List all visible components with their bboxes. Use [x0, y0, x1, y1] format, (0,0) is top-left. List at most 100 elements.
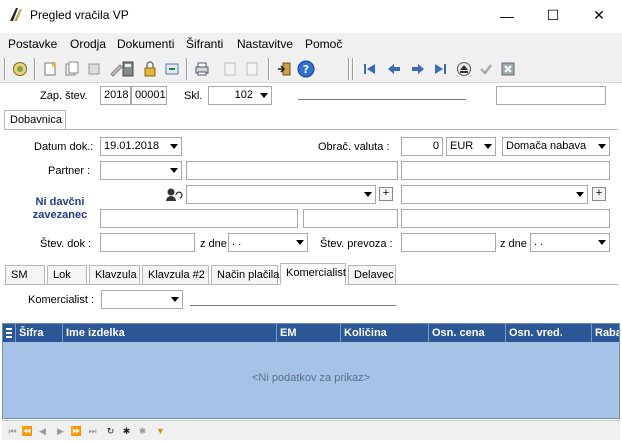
zap-number-field[interactable]: 00001 — [131, 86, 167, 105]
minimize-button[interactable]: — — [484, 0, 530, 31]
column-header-ime-izdelka[interactable]: Ime izdelka — [63, 324, 277, 342]
calculator-button[interactable] — [118, 59, 138, 79]
skl-label: Skl. — [184, 90, 203, 102]
toolbar-separator — [348, 58, 350, 80]
new-document-button[interactable] — [40, 59, 60, 79]
export-button[interactable] — [162, 59, 182, 79]
copy-document-button[interactable] — [62, 59, 82, 79]
stev-dok-field[interactable] — [100, 233, 195, 252]
nav-prev-icon[interactable]: ◀ — [36, 424, 49, 438]
preview-button[interactable] — [220, 59, 240, 79]
previous-record-button[interactable] — [384, 59, 404, 79]
tab-dobavnica[interactable]: Dobavnica — [4, 110, 66, 130]
chevron-down-icon — [484, 144, 492, 149]
menu-dokumenti[interactable]: Dokumenti — [117, 37, 174, 51]
chevron-down-icon — [598, 240, 606, 245]
header-extra-field[interactable] — [496, 86, 606, 105]
column-header-em[interactable]: EM — [277, 324, 341, 342]
first-record-button[interactable] — [360, 59, 380, 79]
ni-davcni-line2: zavezanec — [32, 209, 88, 221]
close-button[interactable]: ✕ — [576, 0, 622, 31]
exit-button[interactable] — [274, 59, 294, 79]
menu-pomoc[interactable]: Pomoč — [305, 37, 342, 51]
last-record-button[interactable] — [430, 59, 450, 79]
komercialist-label: Komercialist : — [28, 294, 95, 306]
filter-icon[interactable]: ▼ — [154, 424, 167, 438]
cancel-button[interactable] — [498, 59, 518, 79]
currency-dropdown[interactable]: EUR — [446, 137, 496, 156]
maximize-button[interactable]: ☐ — [530, 0, 576, 31]
exit-door-icon — [278, 62, 291, 76]
nav-next-icon[interactable]: ▶ — [54, 424, 67, 438]
tab-klavzula[interactable]: Klavzula — [89, 265, 140, 285]
plus-icon: + — [382, 187, 390, 199]
partner-extra-field[interactable] — [401, 161, 610, 180]
skl-dropdown[interactable]: 102 — [208, 86, 272, 105]
confirm-button[interactable] — [476, 59, 496, 79]
valuta-label: Obrač. valuta : — [318, 141, 390, 153]
nav-insert-icon[interactable]: ✱ — [120, 424, 133, 438]
nav-prev-page-icon[interactable]: ⏪ — [21, 424, 34, 438]
grid-row-selector[interactable] — [3, 324, 16, 342]
zap-year-field[interactable]: 2018 — [100, 86, 131, 105]
tab-sm[interactable]: SM — [5, 265, 45, 285]
refresh-button[interactable] — [10, 59, 30, 79]
user-lookup-icon[interactable] — [165, 187, 183, 203]
komercialist-dropdown[interactable] — [101, 290, 183, 309]
column-header-raba[interactable]: Raba — [592, 324, 619, 342]
arrow-left-icon — [388, 64, 400, 74]
chevron-down-icon — [170, 144, 178, 149]
check-icon — [480, 64, 492, 75]
menu-sifranti[interactable]: Šifranti — [186, 37, 223, 51]
menu-postavke[interactable]: Postavke — [8, 37, 57, 51]
pages-button[interactable] — [242, 59, 262, 79]
delete-document-button[interactable] — [84, 59, 104, 79]
grid-header: Šifra Ime izdelka EM Količina Osn. cena … — [3, 324, 619, 342]
partner-name-field[interactable] — [186, 161, 398, 180]
tab-delavec[interactable]: Delavec — [348, 265, 396, 285]
currency-value: EUR — [450, 140, 474, 152]
column-header-kolicina[interactable]: Količina — [341, 324, 429, 342]
grid-navigator: ⏮ ⏪ ◀ ▶ ⏩ ⏭ ↻ ✱ ✱ ▼ — [2, 420, 620, 440]
delete-document-icon — [88, 63, 100, 75]
chevron-down-icon — [576, 192, 584, 197]
skl-value: 102 — [234, 89, 253, 101]
delivery-address-add-button[interactable]: + — [592, 187, 606, 201]
next-record-button[interactable] — [408, 59, 428, 79]
valuta-amount-field[interactable]: 0 — [401, 137, 443, 156]
datum-dropdown[interactable]: 19.01.2018 — [100, 137, 182, 156]
nav-delete-icon[interactable]: ✱ — [136, 424, 149, 438]
nav-refresh-icon[interactable]: ↻ — [104, 424, 117, 438]
prevoz-date-dropdown[interactable]: . . — [530, 233, 610, 252]
column-header-sifra[interactable]: Šifra — [16, 324, 63, 342]
menu-orodja[interactable]: Orodja — [70, 37, 106, 51]
menu-nastavitve[interactable]: Nastavitve — [237, 37, 293, 51]
nav-last-icon[interactable]: ⏭ — [86, 424, 99, 438]
stev-prevoza-field[interactable] — [401, 233, 496, 252]
column-header-osn-cena[interactable]: Osn. cena — [429, 324, 506, 342]
chevron-down-icon — [171, 297, 179, 302]
help-button[interactable]: ? — [296, 59, 316, 79]
print-button[interactable] — [192, 59, 212, 79]
items-grid[interactable]: Šifra Ime izdelka EM Količina Osn. cena … — [2, 323, 620, 419]
delivery-address-line-field[interactable] — [401, 209, 610, 228]
copy-document-icon — [65, 61, 79, 76]
tab-nacin-placila[interactable]: Način plačila — [211, 265, 279, 285]
dok-date-dropdown[interactable]: . . — [228, 233, 308, 252]
address-add-button[interactable]: + — [379, 187, 393, 201]
partner-dropdown[interactable] — [100, 161, 182, 180]
address-line-field[interactable] — [100, 209, 298, 228]
tab-komercialist[interactable]: Komercialist — [280, 263, 346, 285]
eject-button[interactable] — [454, 59, 474, 79]
lock-button[interactable] — [140, 59, 160, 79]
z-dne2-label: z dne — [500, 238, 527, 250]
address-dropdown[interactable] — [186, 185, 376, 204]
nav-first-icon[interactable]: ⏮ — [6, 424, 19, 438]
address-city-field[interactable] — [303, 209, 398, 228]
tab-lok[interactable]: Lok — [47, 265, 87, 285]
nabava-dropdown[interactable]: Domača nabava — [502, 137, 610, 156]
delivery-address-dropdown[interactable] — [401, 185, 588, 204]
tab-klavzula-2[interactable]: Klavzula #2 — [142, 265, 209, 285]
nav-next-page-icon[interactable]: ⏩ — [70, 424, 83, 438]
column-header-osn-vred[interactable]: Osn. vred. — [506, 324, 592, 342]
